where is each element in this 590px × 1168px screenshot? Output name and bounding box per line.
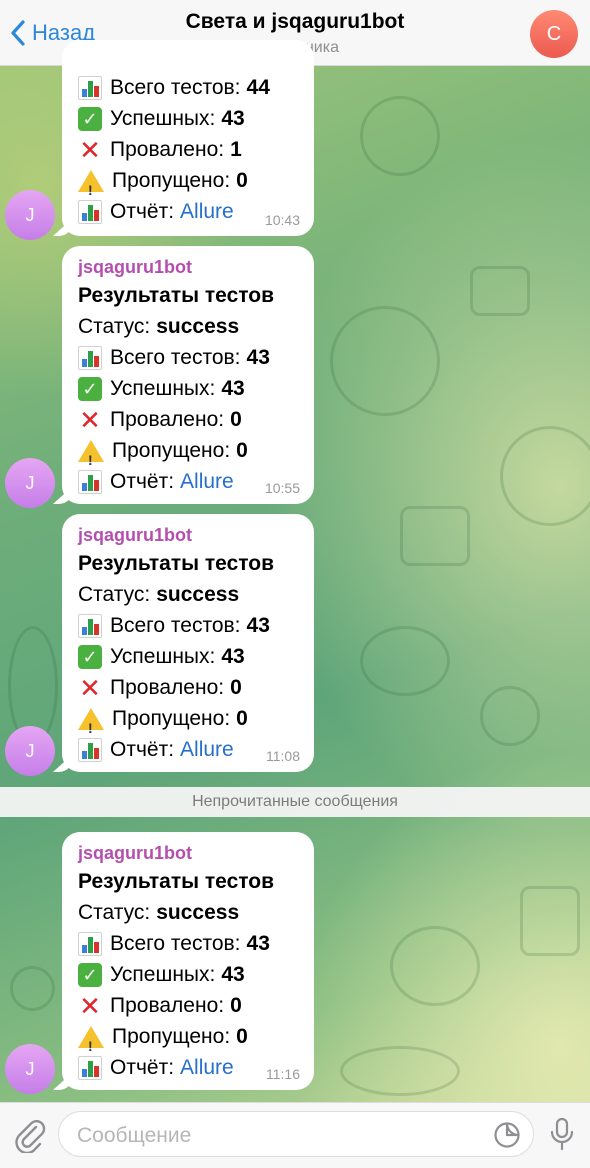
passed-line: ✓ Успешных: 43 — [78, 641, 314, 672]
allure-link[interactable]: Allure — [180, 1052, 234, 1083]
total-value: 44 — [246, 76, 270, 99]
composer-bar: Сообщение — [0, 1102, 590, 1168]
message-time: 11:08 — [266, 748, 300, 764]
microphone-icon[interactable] — [550, 1117, 574, 1156]
message-bubble[interactable]: Всего тестов: 44 ✓ Успешных: 43 ✕ Провален… — [62, 40, 314, 236]
message-placeholder: Сообщение — [77, 1124, 192, 1147]
message-title: Результаты тестов — [78, 284, 275, 307]
message-time: 10:43 — [264, 212, 300, 228]
skipped-value: 0 — [236, 707, 248, 730]
cross-icon: ✕ — [79, 990, 101, 1021]
total-line: Всего тестов: 43 — [78, 610, 314, 641]
message-input[interactable]: Сообщение — [58, 1111, 534, 1157]
status-value: success — [156, 901, 240, 924]
chart-icon — [78, 469, 102, 494]
chart-icon — [78, 737, 102, 762]
passed-value: 43 — [221, 963, 245, 986]
passed-line: ✓ Успешных: 43 — [78, 959, 314, 990]
message-title: Результаты тестов — [78, 870, 275, 893]
cross-icon: ✕ — [79, 134, 101, 165]
failed-value: 0 — [230, 994, 242, 1017]
paperclip-icon[interactable] — [14, 1117, 46, 1158]
sender-name[interactable]: jsqaguru1bot — [78, 254, 314, 280]
check-icon: ✓ — [78, 376, 102, 401]
skipped-value: 0 — [236, 1025, 248, 1048]
cross-icon: ✕ — [79, 404, 101, 435]
message-bubble[interactable]: jsqaguru1bot Результаты тестов Статус: su… — [62, 514, 314, 772]
failed-value: 0 — [230, 676, 242, 699]
chart-icon — [78, 613, 102, 638]
skipped-line: ! Пропущено: 0 — [78, 165, 314, 198]
failed-line: ✕ Провалено: 0 — [79, 404, 242, 435]
passed-value: 43 — [221, 377, 245, 400]
total-line: Всего тестов: 43 — [78, 342, 314, 373]
message-bubble[interactable]: jsqaguru1bot Результаты тестов Статус: su… — [62, 832, 314, 1090]
cross-icon: ✕ — [79, 672, 101, 703]
failed-line: ✕ Провалено: 0 — [79, 990, 242, 1021]
chat-avatar[interactable]: С — [530, 10, 578, 58]
check-icon: ✓ — [78, 644, 102, 669]
failed-line: ✕ Провалено: 0 — [79, 672, 242, 703]
warning-icon: ! — [78, 439, 104, 468]
unread-divider: Непрочитанные сообщения — [0, 787, 590, 817]
bot-avatar[interactable]: J — [5, 458, 55, 508]
message-title: Результаты тестов — [78, 552, 275, 575]
failed-value: 1 — [230, 138, 242, 161]
allure-link[interactable]: Allure — [180, 734, 234, 765]
skipped-line: ! Пропущено: 0 — [78, 435, 314, 468]
message-time: 11:16 — [266, 1066, 300, 1082]
sender-name[interactable]: jsqaguru1bot — [78, 840, 314, 866]
sender-name[interactable]: jsqaguru1bot — [78, 522, 314, 548]
skipped-value: 0 — [236, 169, 248, 192]
passed-value: 43 — [221, 107, 245, 130]
failed-line: ✕ Провалено: 1 — [79, 134, 242, 165]
bot-avatar[interactable]: J — [5, 1044, 55, 1094]
skipped-line: ! Пропущено: 0 — [78, 703, 314, 736]
status-line: Статус: success — [78, 311, 314, 342]
total-value: 43 — [246, 932, 270, 955]
chat-title[interactable]: Света и jsqaguru1bot — [0, 10, 590, 34]
bot-avatar[interactable]: J — [5, 726, 55, 776]
status-line: Статус: success — [78, 897, 314, 928]
total-line: Всего тестов: 44 — [78, 72, 314, 103]
status-value: success — [156, 315, 240, 338]
skipped-value: 0 — [236, 439, 248, 462]
status-value: success — [156, 583, 240, 606]
passed-value: 43 — [221, 645, 245, 668]
message-time: 10:55 — [264, 480, 300, 496]
chart-icon — [78, 75, 102, 100]
warning-icon: ! — [78, 1025, 104, 1054]
total-line: Всего тестов: 43 — [78, 928, 314, 959]
check-icon: ✓ — [78, 106, 102, 131]
allure-link[interactable]: Allure — [180, 466, 234, 497]
total-value: 43 — [246, 614, 270, 637]
bot-avatar[interactable]: J — [5, 190, 55, 240]
total-value: 43 — [246, 346, 270, 369]
chart-icon — [78, 345, 102, 370]
check-icon: ✓ — [78, 962, 102, 987]
warning-icon: ! — [78, 707, 104, 736]
warning-icon: ! — [78, 169, 104, 198]
allure-link[interactable]: Allure — [180, 196, 234, 227]
skipped-line: ! Пропущено: 0 — [78, 1021, 314, 1054]
chart-icon — [78, 931, 102, 956]
message-bubble[interactable]: jsqaguru1bot Результаты тестов Статус: su… — [62, 246, 314, 504]
chart-icon — [78, 1055, 102, 1080]
failed-value: 0 — [230, 408, 242, 431]
passed-line: ✓ Успешных: 43 — [78, 373, 314, 404]
status-line: Статус: success — [78, 579, 314, 610]
passed-line: ✓ Успешных: 43 — [78, 103, 314, 134]
chart-icon — [78, 199, 102, 224]
sticker-icon[interactable] — [493, 1121, 521, 1154]
